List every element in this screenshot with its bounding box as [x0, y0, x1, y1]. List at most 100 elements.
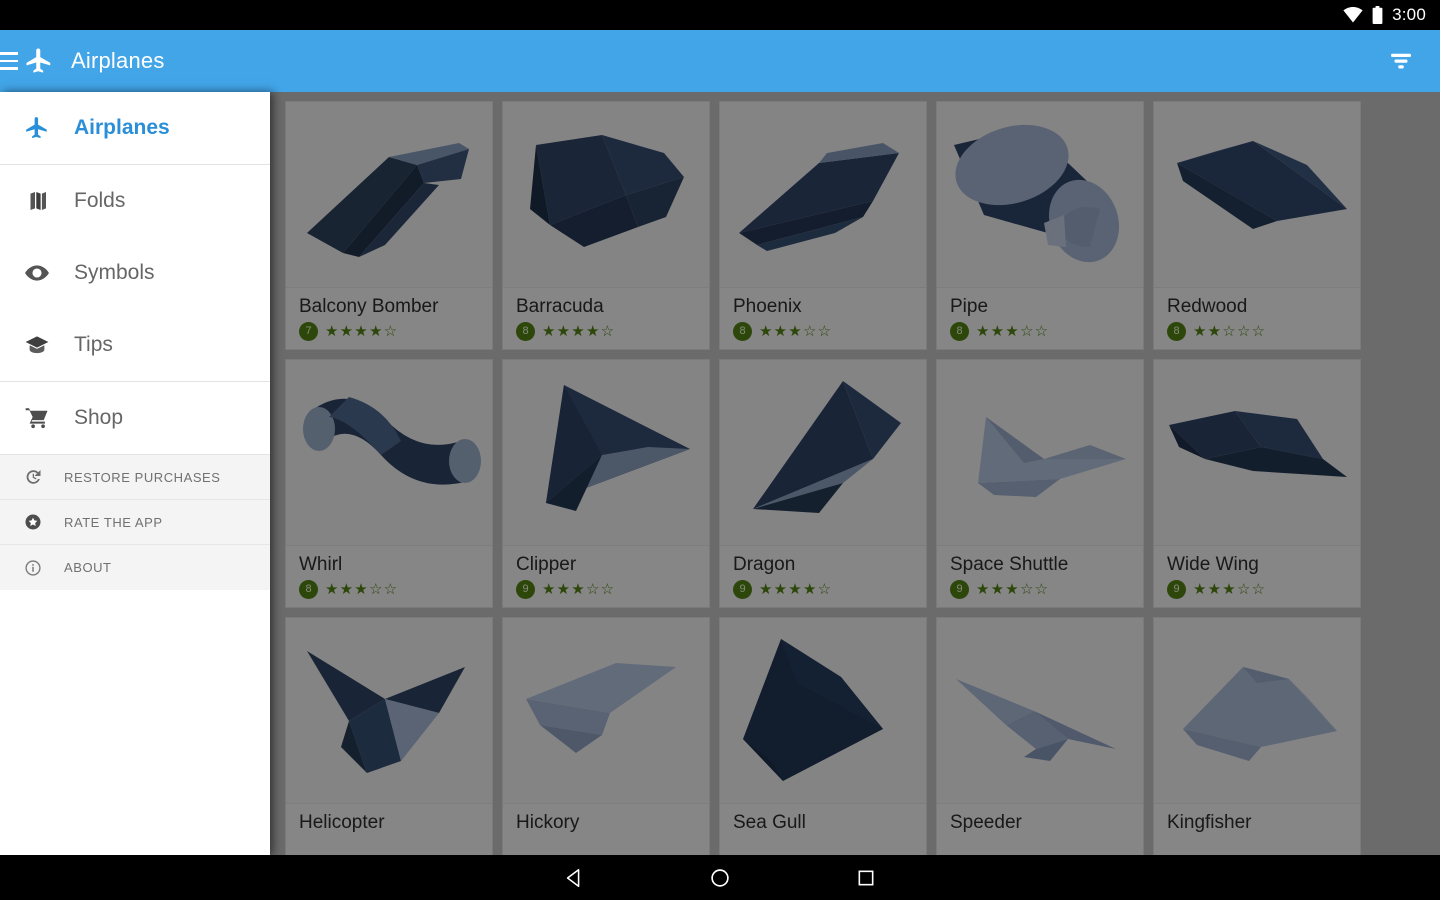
sidebar-item-about[interactable]: ABOUT: [0, 545, 270, 590]
difficulty-badge: 9: [1167, 580, 1186, 599]
card-wrapper: Kingfisher: [1153, 617, 1370, 855]
star-rating: ★★★☆☆: [976, 581, 1050, 598]
card-meta: Redwood 8 ★★☆☆☆: [1154, 287, 1360, 349]
card-title: Pipe: [950, 296, 989, 317]
rating-row: 8 ★★★☆☆: [950, 322, 1143, 341]
card-title: Wide Wing: [1167, 554, 1259, 575]
star-rating: ★★★☆☆: [542, 581, 616, 598]
pipe-plane-icon: [954, 124, 1120, 262]
star-circle-icon: [22, 513, 44, 531]
history-icon: [22, 468, 44, 486]
sidebar-item-folds[interactable]: Folds: [0, 165, 270, 237]
sidebar-item-label: Folds: [74, 189, 126, 212]
sidebar-item-airplanes[interactable]: Airplanes: [0, 92, 270, 164]
card-meta: Dragon 9 ★★★★☆: [720, 545, 926, 607]
star-rating: ★★☆☆☆: [1193, 323, 1267, 340]
sidebar-item-restore-purchases[interactable]: RESTORE PURCHASES: [0, 455, 270, 500]
redwood-plane-icon: [1177, 140, 1347, 229]
status-bar: 3:00: [0, 0, 1440, 30]
airplane-card[interactable]: Clipper 9 ★★★☆☆: [502, 359, 710, 608]
dragon-plane-icon: [753, 380, 901, 513]
airplane-card[interactable]: Hickory: [502, 617, 710, 855]
airplane-card[interactable]: Whirl 8 ★★★☆☆: [285, 359, 493, 608]
airplane-card[interactable]: Speeder: [936, 617, 1144, 855]
card-wrapper: Wide Wing 9 ★★★☆☆: [1153, 359, 1370, 617]
airplane-illustration: [720, 360, 926, 545]
card-title: Balcony Bomber: [299, 296, 439, 317]
sidebar-item-label: Shop: [74, 406, 124, 429]
airplane-card[interactable]: Dragon 9 ★★★★☆: [719, 359, 927, 608]
difficulty-badge: 9: [950, 580, 969, 599]
card-wrapper: Balcony Bomber 7 ★★★★☆: [285, 101, 502, 359]
airplane-card[interactable]: Sea Gull: [719, 617, 927, 855]
sidebar-item-tips[interactable]: Tips: [0, 309, 270, 381]
card-meta: Whirl 8 ★★★☆☆: [286, 545, 492, 607]
rating-row: 9 ★★★☆☆: [516, 580, 709, 599]
airplane-card[interactable]: Helicopter: [285, 617, 493, 855]
card-title: Whirl: [299, 554, 343, 575]
star-rating: ★★★☆☆: [325, 581, 399, 598]
card-meta: Balcony Bomber 7 ★★★★☆: [286, 287, 492, 349]
card-meta: Hickory: [503, 803, 709, 855]
airplane-card[interactable]: Kingfisher: [1153, 617, 1361, 855]
sidebar-item-rate-the-app[interactable]: RATE THE APP: [0, 500, 270, 545]
airplane-illustration: [286, 102, 492, 287]
seagull-plane-icon: [743, 638, 883, 781]
filter-icon[interactable]: [1386, 46, 1416, 76]
airplane-illustration: [503, 360, 709, 545]
card-wrapper: Space Shuttle 9 ★★★☆☆: [936, 359, 1153, 617]
rating-row: 8 ★★☆☆☆: [1167, 322, 1360, 341]
airplane-card[interactable]: Redwood 8 ★★☆☆☆: [1153, 101, 1361, 350]
card-title: Barracuda: [516, 296, 604, 317]
rating-row: 8 ★★★☆☆: [733, 322, 926, 341]
rating-row: 7 ★★★★☆: [299, 322, 492, 341]
star-rating: ★★★☆☆: [976, 323, 1050, 340]
card-title: Helicopter: [299, 812, 385, 833]
airplane-card[interactable]: Space Shuttle 9 ★★★☆☆: [936, 359, 1144, 608]
card-meta: Clipper 9 ★★★☆☆: [503, 545, 709, 607]
shopping-cart-icon: [22, 405, 52, 431]
card-meta: Wide Wing 9 ★★★☆☆: [1154, 545, 1360, 607]
airplane-card[interactable]: Pipe 8 ★★★☆☆: [936, 101, 1144, 350]
card-wrapper: Speeder: [936, 617, 1153, 855]
card-title: Speeder: [950, 812, 1022, 833]
airplane-icon: [26, 48, 51, 73]
airplane-card[interactable]: Barracuda 8 ★★★★☆: [502, 101, 710, 350]
recents-button[interactable]: [793, 868, 939, 888]
rating-row: 9 ★★★☆☆: [950, 580, 1143, 599]
hamburger-icon[interactable]: [0, 52, 20, 70]
screen: 3:00 Airplanes Balcony Bomber 7 ★★★★☆ Ba…: [0, 0, 1440, 900]
airplane-card[interactable]: Phoenix 8 ★★★☆☆: [719, 101, 927, 350]
difficulty-badge: 8: [950, 322, 969, 341]
airplane-card[interactable]: Balcony Bomber 7 ★★★★☆: [285, 101, 493, 350]
dart-plane-icon: [307, 142, 469, 257]
map-icon: [22, 189, 52, 213]
card-wrapper: Barracuda 8 ★★★★☆: [502, 101, 719, 359]
back-triangle-icon: [566, 868, 580, 887]
recents-square-icon: [858, 870, 874, 885]
airplane-card[interactable]: Wide Wing 9 ★★★☆☆: [1153, 359, 1361, 608]
back-button[interactable]: [501, 867, 647, 889]
card-wrapper: Clipper 9 ★★★☆☆: [502, 359, 719, 617]
card-wrapper: Pipe 8 ★★★☆☆: [936, 101, 1153, 359]
page-title: Airplanes: [71, 48, 165, 73]
barracuda-plane-icon: [530, 134, 684, 247]
airplane-illustration: [503, 618, 709, 803]
sidebar-item-symbols[interactable]: Symbols: [0, 237, 270, 309]
star-rating: ★★★★☆: [759, 581, 833, 598]
star-rating: ★★★★☆: [325, 323, 399, 340]
airplane-illustration: [720, 102, 926, 287]
graduation-cap-icon: [22, 332, 52, 358]
speeder-plane-icon: [956, 678, 1116, 761]
sidebar-item-shop[interactable]: Shop: [0, 382, 270, 454]
home-button[interactable]: [647, 867, 793, 889]
navigation-drawer: Airplanes Folds Symbols Tips Shop RESTOR…: [0, 92, 270, 855]
star-rating: ★★★☆☆: [1193, 581, 1267, 598]
airplane-illustration: [503, 102, 709, 287]
airplane-illustration: [1154, 360, 1360, 545]
sidebar-item-label: RESTORE PURCHASES: [64, 469, 221, 485]
card-meta: Phoenix 8 ★★★☆☆: [720, 287, 926, 349]
card-meta: Pipe 8 ★★★☆☆: [937, 287, 1143, 349]
sidebar-item-label: ABOUT: [64, 560, 112, 575]
card-meta: Helicopter: [286, 803, 492, 855]
